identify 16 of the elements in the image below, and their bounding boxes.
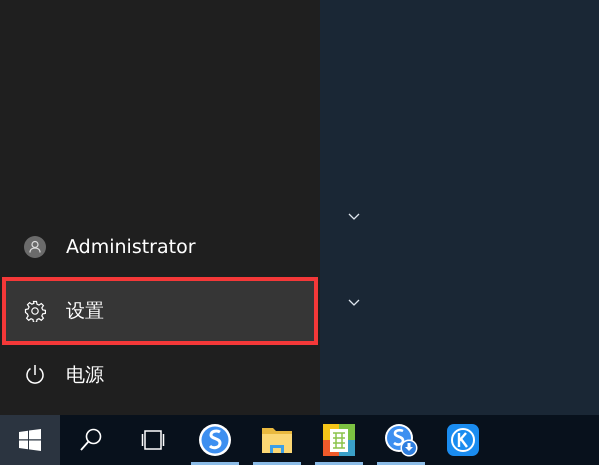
settings-menu-item[interactable]: 设置 [2,277,318,345]
search-icon [80,428,102,452]
power-icon [24,364,46,386]
windows-icon [19,429,41,451]
s-logo-icon [198,423,232,457]
expand-icon[interactable] [348,299,360,307]
expand-icon[interactable] [348,213,360,221]
gallery-app-icon [322,423,356,457]
power-menu-item[interactable]: 电源 [2,345,318,405]
s-download-icon [384,423,418,457]
task-view-icon [140,430,166,450]
settings-icon [24,300,46,322]
start-button[interactable] [0,415,60,465]
k-logo-icon [446,423,480,457]
user-menu-item[interactable]: Administrator [2,217,318,277]
user-avatar-icon [24,236,46,258]
